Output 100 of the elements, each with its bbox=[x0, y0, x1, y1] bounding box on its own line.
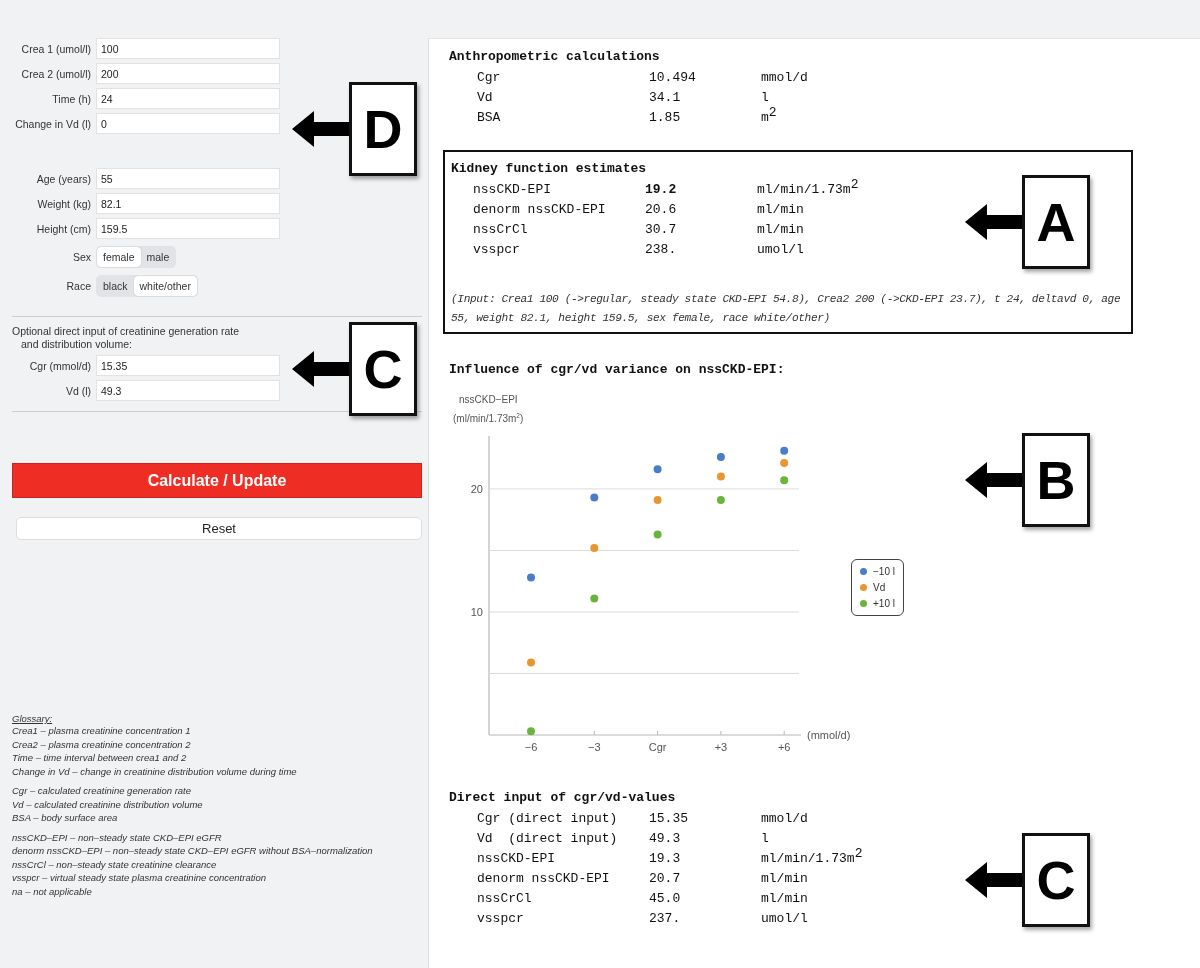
result-value: 15.35 bbox=[649, 810, 689, 828]
callout-label: C bbox=[349, 322, 417, 416]
axis-title: (ml/min/1.73m$^{2}$) bbox=[452, 410, 524, 426]
result-label: nssCKD-EPI bbox=[472, 181, 552, 199]
input-field[interactable]: 200 bbox=[96, 63, 280, 84]
input-field[interactable]: 82.1 bbox=[96, 193, 280, 214]
legend-label: Vd bbox=[873, 581, 886, 593]
section-heading: Direct input of cgr/vd-values bbox=[449, 789, 677, 807]
result-label: denorm nssCKD-EPI bbox=[472, 201, 607, 219]
result-unit: umol/l bbox=[761, 910, 808, 928]
input-summary: (Input: Crea1 100 (->regular, steady state CKD-EPI 54.8), Crea2 200 (->CKD-EPI 23.7), t 24, deltavd 0, age 55, weight 82.1, height 159.5, sex female, race white/other) bbox=[451, 292, 1122, 326]
data-point bbox=[653, 465, 662, 474]
result-value: 19.2 bbox=[645, 181, 678, 199]
result-label: vsspcr bbox=[472, 241, 521, 259]
section-heading: Kidney function estimates bbox=[451, 160, 648, 178]
section-text: Optional direct input of creatinine generation rate bbox=[12, 325, 241, 337]
field-label: Change in Vd (l) bbox=[14, 117, 91, 130]
data-point bbox=[716, 496, 725, 504]
field-label: Cgr (mmol/d) bbox=[28, 359, 91, 372]
result-unit: mmol/d bbox=[761, 69, 808, 87]
field-label: Crea 2 (umol/l) bbox=[20, 67, 91, 80]
result-label: BSA bbox=[476, 109, 502, 127]
result-value: 1.85 bbox=[649, 109, 682, 127]
input-field[interactable]: 55 bbox=[96, 168, 280, 189]
glossary-entry: nssCrCl – non–steady state creatinine clearance bbox=[12, 858, 218, 871]
data-point bbox=[527, 727, 535, 736]
callout-label: A bbox=[1022, 175, 1090, 269]
tick-label: −6 bbox=[524, 741, 538, 753]
glossary-entry: Cgr – calculated creatinine generation rate bbox=[12, 785, 193, 798]
data-point bbox=[590, 493, 599, 502]
result-value: 49.3 bbox=[649, 830, 682, 848]
glossary-entry: vsspcr – virtual steady state plasma creatinine concentration bbox=[12, 872, 267, 885]
result-label: Cgr (direct input) bbox=[476, 810, 619, 828]
arrow-icon bbox=[965, 202, 1023, 242]
result-value: 10.494 bbox=[649, 69, 697, 87]
axis-title: nssCKD−EPI bbox=[458, 393, 518, 407]
result-unit: umol/l bbox=[757, 241, 804, 259]
result-value: 34.1 bbox=[649, 89, 682, 107]
glossary-entry: BSA – body surface area bbox=[12, 812, 119, 825]
result-label: vsspcr bbox=[476, 910, 525, 928]
data-point bbox=[780, 446, 789, 455]
result-unit: ml/min bbox=[757, 221, 804, 239]
callout-label: D bbox=[349, 82, 417, 176]
result-unit: l bbox=[761, 830, 769, 848]
result-unit: l bbox=[761, 89, 769, 107]
arrow-icon bbox=[292, 349, 350, 389]
tick-label: −3 bbox=[588, 741, 601, 753]
data-point bbox=[590, 543, 599, 552]
data-point bbox=[527, 658, 535, 667]
result-value: 238. bbox=[645, 241, 678, 259]
result-label: nssCKD-EPI bbox=[476, 850, 556, 868]
input-field[interactable]: 0 bbox=[96, 113, 280, 134]
arrow-icon bbox=[965, 860, 1023, 900]
result-label: denorm nssCKD-EPI bbox=[476, 870, 611, 888]
glossary-entry: Crea2 – plasma creatinine concentration 2 bbox=[12, 738, 192, 751]
arrow-icon bbox=[965, 460, 1023, 500]
result-label: nssCrCl bbox=[472, 221, 529, 239]
result-value: 30.7 bbox=[645, 221, 678, 239]
tick-label: Cgr bbox=[648, 741, 667, 753]
segment-option[interactable]: black bbox=[97, 276, 134, 296]
data-point bbox=[780, 459, 789, 468]
data-point bbox=[527, 573, 535, 582]
result-unit: mmol/d bbox=[761, 810, 808, 828]
legend-label: +10 l bbox=[873, 597, 895, 609]
input-field[interactable]: 49.3 bbox=[96, 380, 280, 401]
glossary-entry: nssCKD–EPI – non–steady state CKD–EPI eGFR bbox=[12, 831, 223, 844]
reset-button[interactable]: Reset bbox=[16, 517, 422, 540]
callout-label: B bbox=[1022, 433, 1090, 527]
result-value: 19.3 bbox=[649, 850, 682, 868]
glossary-entry: Vd – calculated creatinine distribution volume bbox=[12, 798, 204, 811]
result-label: nssCrCl bbox=[476, 890, 533, 908]
glossary-entry: denorm nssCKD–EPI – non–steady state CKD–EPI eGFR without BSA–normalization bbox=[12, 845, 374, 858]
segment-option[interactable]: male bbox=[140, 247, 176, 267]
input-field[interactable]: 15.35 bbox=[96, 355, 280, 376]
input-field[interactable]: 24 bbox=[96, 88, 280, 109]
axis-title: (mmol/d) bbox=[807, 729, 851, 741]
data-point bbox=[780, 476, 789, 485]
arrow-icon bbox=[292, 109, 350, 149]
result-label: Cgr bbox=[476, 69, 502, 87]
section-text: and distribution volume: bbox=[20, 338, 133, 350]
tick-label: 10 bbox=[470, 605, 483, 618]
field-label: Crea 1 (umol/l) bbox=[20, 42, 91, 55]
segment-option[interactable]: female bbox=[97, 247, 141, 267]
data-point bbox=[716, 472, 725, 481]
tick-label: 20 bbox=[470, 482, 483, 495]
field-label: Vd (l) bbox=[64, 384, 91, 397]
result-unit: ml/min bbox=[757, 201, 804, 219]
result-value: 237. bbox=[649, 910, 682, 928]
result-value: 20.6 bbox=[645, 201, 678, 219]
result-value: 20.7 bbox=[649, 870, 682, 888]
segment-option[interactable]: white/other bbox=[133, 276, 197, 296]
input-field[interactable]: 159.5 bbox=[96, 218, 280, 239]
input-field[interactable]: 100 bbox=[96, 38, 280, 59]
calculate-button[interactable]: Calculate / Update bbox=[12, 463, 422, 498]
legend-label: −10 l bbox=[873, 565, 895, 577]
result-value: 45.0 bbox=[649, 890, 682, 908]
glossary-entry: Time – time interval between crea1 and 2 bbox=[12, 752, 188, 765]
data-point bbox=[590, 594, 599, 603]
field-label: Age (years) bbox=[35, 172, 91, 185]
field-label: Sex bbox=[71, 251, 91, 263]
